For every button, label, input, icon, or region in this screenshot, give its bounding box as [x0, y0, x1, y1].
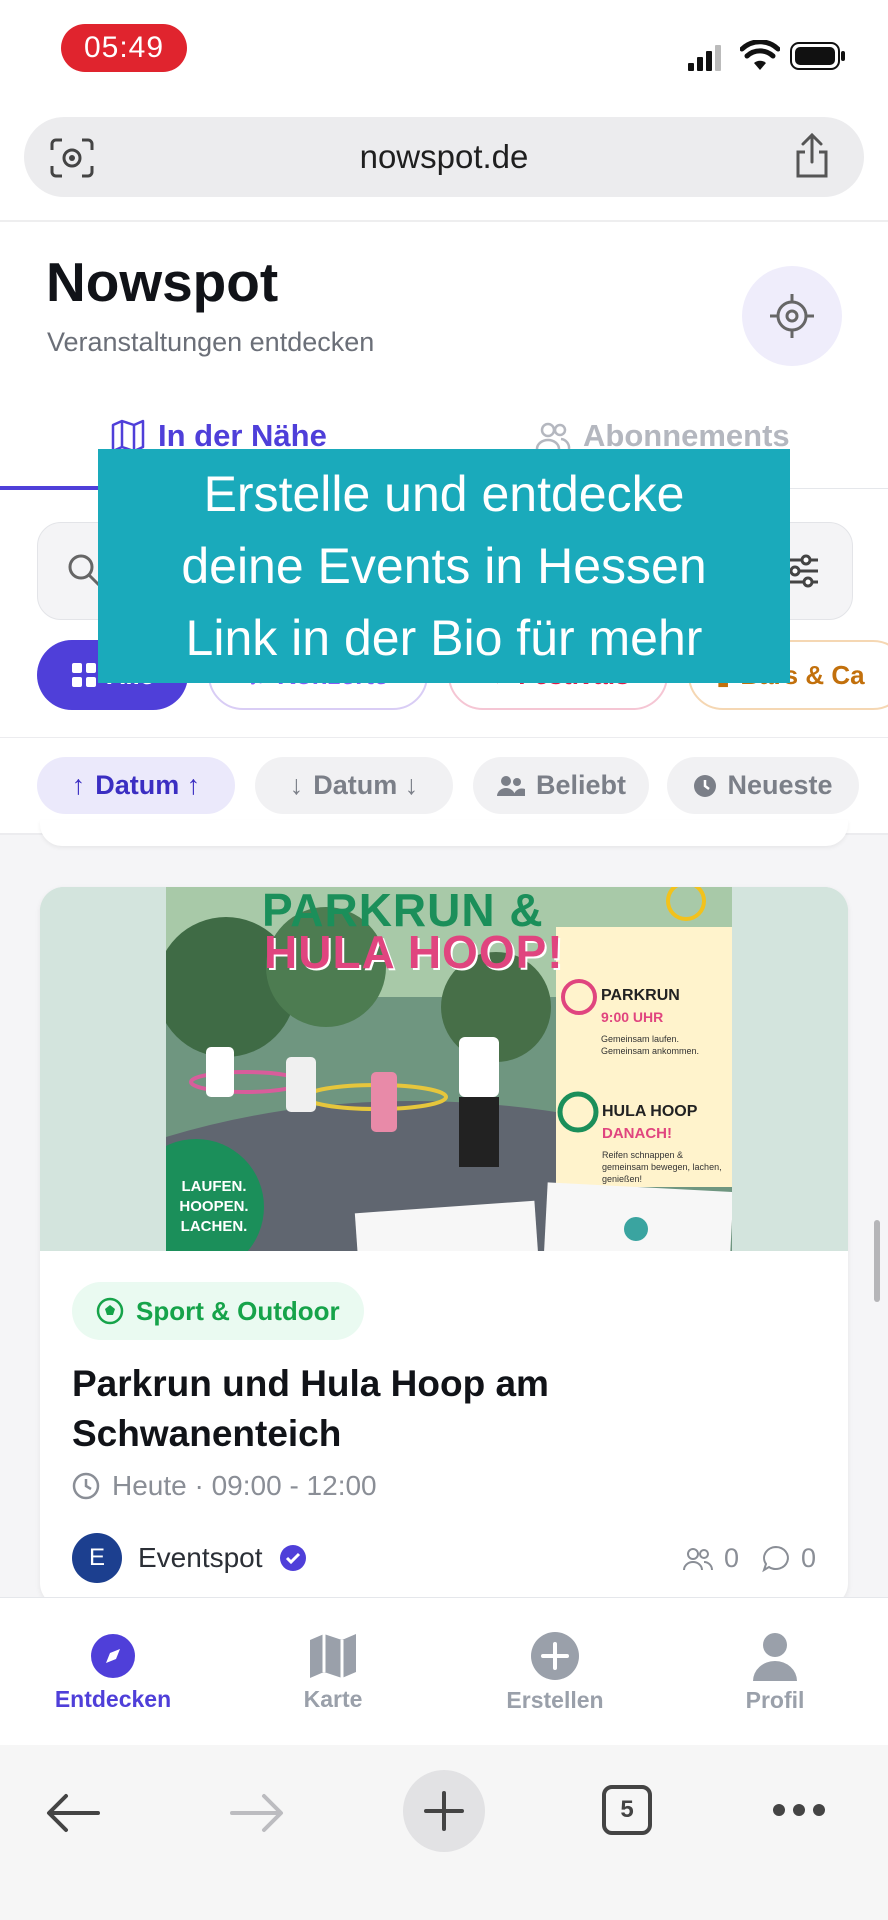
share-icon[interactable] — [792, 132, 832, 185]
category-label: Sport & Outdoor — [136, 1295, 340, 1326]
map-icon — [111, 419, 145, 453]
sort-label: Neueste — [727, 770, 833, 800]
camera-scan-icon[interactable] — [50, 138, 94, 183]
sort-label: Datum ↑ — [95, 770, 201, 800]
caption-line: Erstelle und entdecke — [203, 466, 685, 522]
category-badge: Sport & Outdoor — [72, 1282, 364, 1340]
event-title[interactable]: Parkrun und Hula Hoop am Schwanenteich — [72, 1359, 772, 1459]
crosshair-icon — [770, 294, 814, 338]
tabs-button[interactable]: 5 — [602, 1785, 652, 1835]
event-stats: 0 0 — [682, 1543, 816, 1574]
event-time-text: Heute · 09:00 - 12:00 — [112, 1470, 377, 1501]
poster-box2-title: HULA HOOP — [602, 1103, 698, 1120]
arrow-down-icon: ↓ — [289, 770, 304, 800]
nav-entdecken[interactable]: Entdecken — [2, 1598, 224, 1746]
poster-box1-time: 9:00 UHR — [601, 1009, 664, 1025]
search-icon — [66, 552, 102, 593]
comment-count: 0 — [800, 1543, 816, 1573]
previous-event-card[interactable] — [40, 820, 848, 846]
sort-label: Beliebt — [535, 770, 627, 800]
wifi-icon — [739, 39, 781, 77]
bottom-nav: Entdecken Karte Erstellen Profil — [0, 1597, 888, 1746]
caption-line: deine Events in Hessen — [181, 538, 707, 594]
address-bar[interactable]: nowspot.de — [24, 117, 864, 197]
organizer[interactable]: E Eventspot — [72, 1533, 307, 1583]
clock-icon — [694, 774, 717, 797]
comment-icon — [762, 1545, 789, 1572]
event-time: Heute · 09:00 - 12:00 — [72, 1470, 377, 1502]
locate-button[interactable] — [742, 266, 842, 366]
poster-badge: LAUFEN. HOOPEN. LACHEN. — [179, 1178, 249, 1235]
more-icon[interactable] — [772, 1803, 826, 1822]
organizer-name: Eventspot — [138, 1542, 263, 1573]
event-card[interactable]: PARKRUN & HULA HOOP! PARKRUN 9:00 UHR Ge… — [40, 887, 848, 1607]
event-image: PARKRUN & HULA HOOP! PARKRUN 9:00 UHR Ge… — [40, 887, 848, 1251]
app-subtitle: Veranstaltungen entdecken — [47, 327, 375, 357]
back-arrow-icon[interactable] — [44, 1791, 100, 1840]
poster-headline-2: HULA HOOP! — [264, 926, 564, 978]
app-title: Nowspot — [46, 251, 279, 313]
forward-arrow-icon[interactable] — [230, 1791, 286, 1840]
new-tab-button[interactable] — [403, 1770, 485, 1852]
browser-toolbar: 5 — [0, 1745, 888, 1920]
verified-badge-icon — [279, 1545, 306, 1571]
arrow-up-icon: ↑ — [71, 770, 86, 800]
signal-icon — [686, 43, 726, 76]
nav-erstellen[interactable]: Erstellen — [444, 1598, 666, 1746]
nav-label: Erstellen — [506, 1686, 604, 1713]
divider — [0, 737, 888, 738]
plus-circle-icon — [531, 1631, 579, 1680]
nav-label: Entdecken — [54, 1685, 172, 1712]
nav-karte[interactable]: Karte — [222, 1598, 444, 1746]
sort-date-desc[interactable]: ↓ Datum ↓ — [255, 757, 453, 814]
divider — [0, 220, 888, 222]
battery-icon — [790, 42, 846, 75]
sort-newest[interactable]: Neueste — [667, 757, 859, 814]
participant-count: 0 — [723, 1543, 739, 1573]
scrollbar[interactable] — [874, 1220, 880, 1302]
plus-icon — [424, 1791, 464, 1831]
sort-date-asc[interactable]: ↑ Datum ↑ — [37, 757, 235, 814]
nav-label: Karte — [303, 1685, 363, 1712]
map-icon — [310, 1633, 356, 1678]
poster-box2-text: Reifen schnappen & gemeinsam bewegen, la… — [602, 1150, 722, 1184]
status-time: 05:49 — [61, 24, 187, 72]
compass-icon — [91, 1633, 135, 1678]
sort-popular[interactable]: Beliebt — [473, 757, 649, 814]
poster-box1-title: PARKRUN — [601, 987, 680, 1004]
nav-profil[interactable]: Profil — [664, 1598, 886, 1746]
users-icon — [535, 422, 571, 450]
event-poster: PARKRUN & HULA HOOP! PARKRUN 9:00 UHR Ge… — [166, 887, 732, 1251]
user-icon — [753, 1632, 797, 1681]
caption-overlay: Erstelle und entdecke deine Events in He… — [98, 449, 790, 683]
poster-box1-text: Gemeinsam laufen. Gemeinsam ankommen. — [601, 1034, 700, 1056]
sort-label: Datum ↓ — [313, 770, 419, 800]
avatar: E — [72, 1533, 122, 1583]
poster-box2-sub: DANACH! — [602, 1125, 672, 1142]
url-text: nowspot.de — [359, 138, 529, 175]
nav-label: Profil — [745, 1686, 805, 1713]
caption-line: Link in der Bio für mehr — [185, 610, 703, 666]
grid-icon — [71, 663, 96, 687]
soccer-ball-icon — [96, 1297, 124, 1325]
people-icon — [496, 775, 525, 796]
clock-icon — [72, 1472, 100, 1500]
users-icon — [682, 1547, 713, 1570]
